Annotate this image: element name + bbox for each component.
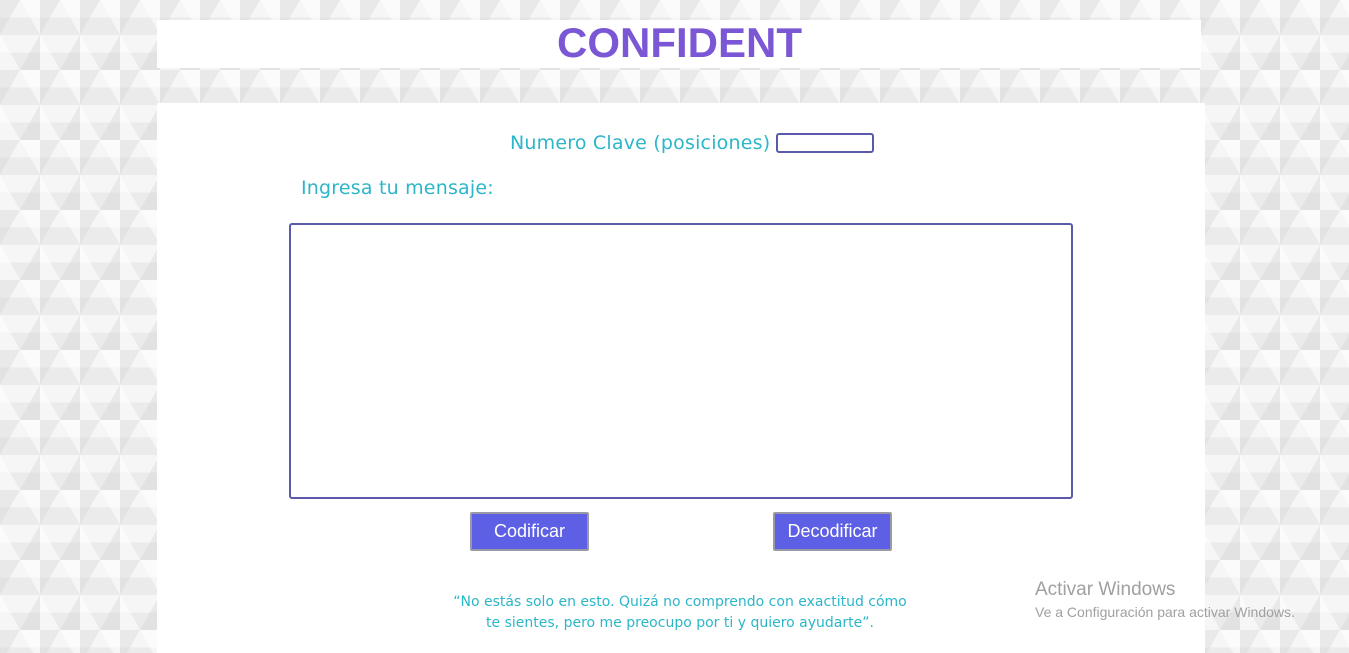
key-label: Numero Clave (posiciones): [510, 132, 771, 154]
quote-text: “No estás solo en esto. Quizá no compren…: [430, 592, 930, 634]
quote-line-2: te sientes, pero me preocupo por ti y qu…: [486, 615, 874, 631]
key-row: Numero Clave (posiciones): [510, 129, 875, 157]
key-input[interactable]: [776, 133, 875, 153]
windows-activation-watermark: Activar Windows Ve a Configuración para …: [1035, 578, 1295, 622]
app-title: CONFIDENT: [557, 19, 802, 66]
quote-line-1: “No estás solo en esto. Quizá no compren…: [453, 594, 907, 610]
message-label: Ingresa tu mensaje:: [301, 177, 494, 199]
activation-title: Activar Windows: [1035, 579, 1176, 600]
decode-button[interactable]: Decodificar: [773, 512, 892, 551]
activation-subtitle: Ve a Configuración para activar Windows.: [1035, 604, 1295, 620]
message-textarea[interactable]: [289, 223, 1073, 499]
encode-button[interactable]: Codificar: [470, 512, 589, 551]
